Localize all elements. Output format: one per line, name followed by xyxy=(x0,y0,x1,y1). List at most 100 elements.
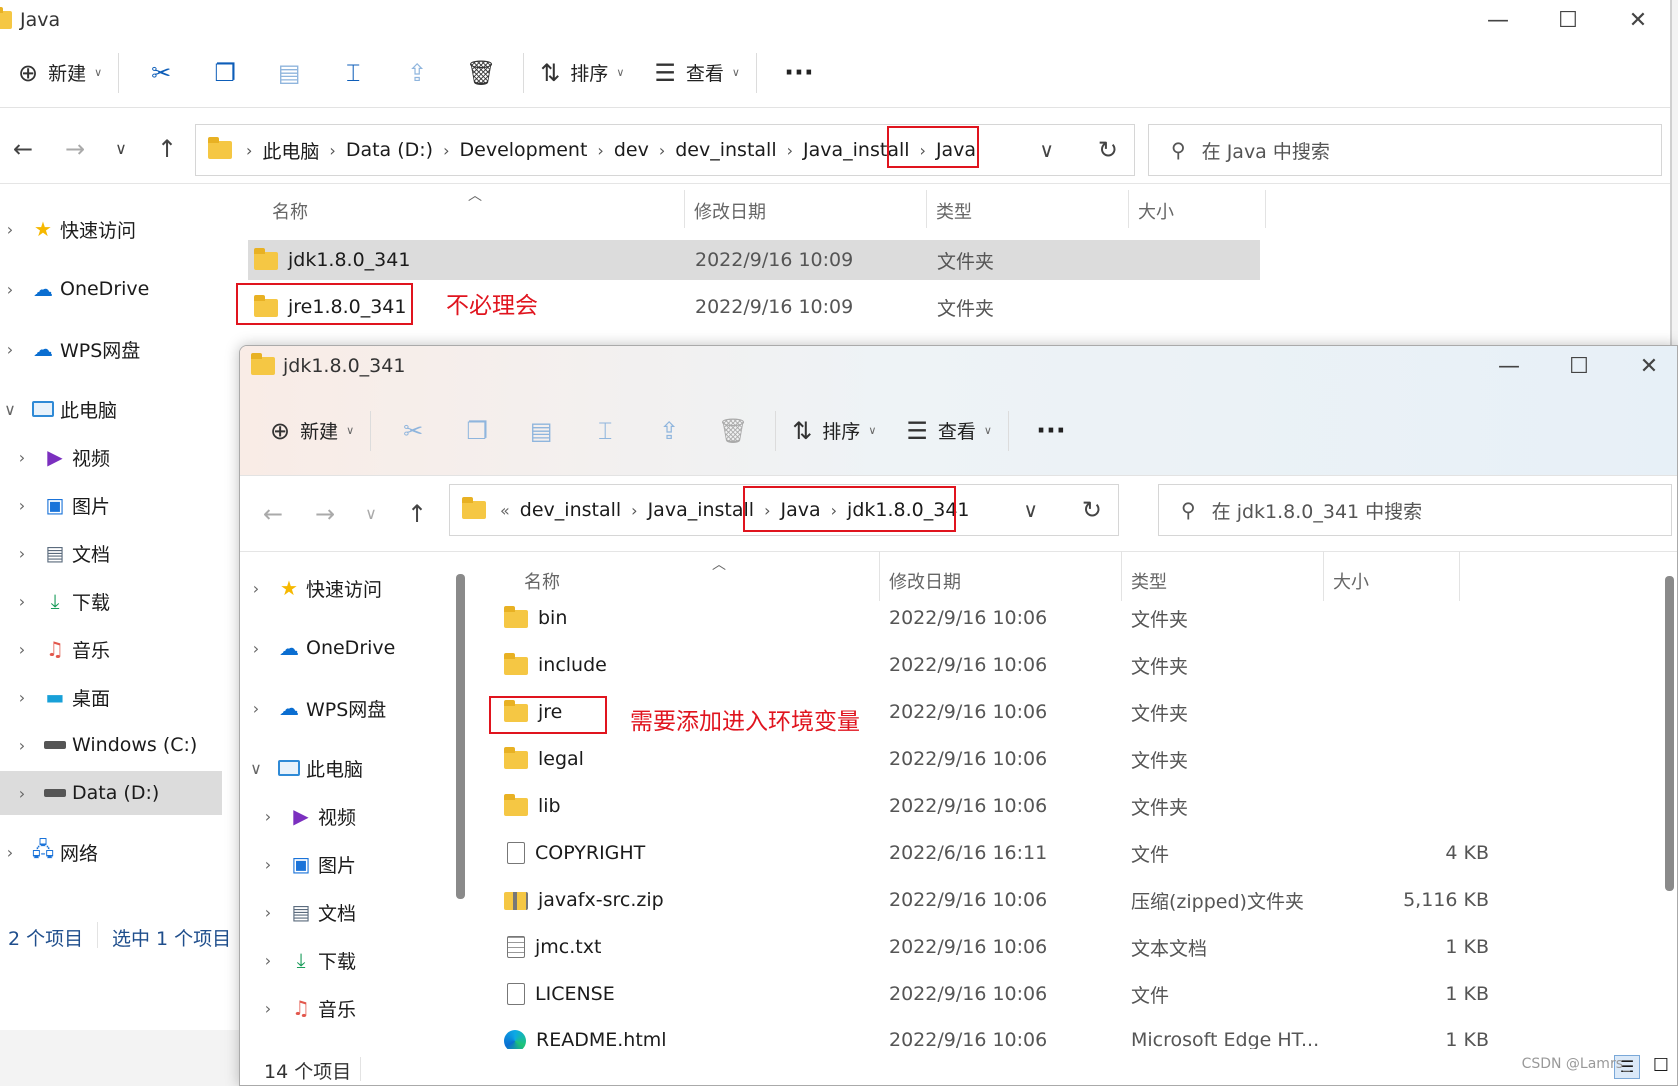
column-size[interactable]: 大小 xyxy=(1333,568,1369,594)
column-date[interactable]: 修改日期 xyxy=(889,568,961,594)
delete-button[interactable]: 🗑 xyxy=(701,407,765,455)
file-row[interactable]: bin 2022/9/16 10:06 文件夹 xyxy=(504,598,1504,638)
chevron-right-icon[interactable]: › xyxy=(0,280,20,299)
sidebar-item-wps[interactable]: › ☁ WPS网盘 xyxy=(246,686,387,730)
column-size[interactable]: 大小 xyxy=(1138,198,1174,224)
sidebar-item-quick-access[interactable]: › ★ 快速访问 xyxy=(246,566,382,610)
maximize-button[interactable]: ☐ xyxy=(1544,346,1614,386)
chevron-right-icon[interactable]: › xyxy=(12,496,32,515)
chevron-right-icon[interactable]: › xyxy=(12,640,32,659)
more-button[interactable]: ··· xyxy=(1019,407,1083,455)
file-row[interactable]: lib 2022/9/16 10:06 文件夹 xyxy=(504,786,1504,826)
chevron-right-icon[interactable]: › xyxy=(12,736,32,755)
column-type[interactable]: 类型 xyxy=(1131,568,1167,594)
share-button[interactable]: ⇪ xyxy=(637,407,701,455)
sidebar-item-this-pc[interactable]: ∨ 此电脑 xyxy=(0,387,117,431)
sidebar-item-onedrive[interactable]: › ☁ OneDrive xyxy=(246,626,396,670)
file-row[interactable]: jmc.txt 2022/9/16 10:06 文本文档 1 KB xyxy=(504,927,1504,967)
copy-button[interactable]: ❐ xyxy=(445,407,509,455)
breadcrumb-overflow[interactable]: « xyxy=(500,501,510,520)
maximize-button[interactable]: ☐ xyxy=(1533,0,1603,40)
sidebar-item-downloads[interactable]: › ⤓ 下载 xyxy=(12,579,110,623)
chevron-right-icon[interactable]: › xyxy=(258,903,278,922)
chevron-down-icon[interactable]: ∨ xyxy=(0,400,20,419)
sidebar-item-network[interactable]: › 🖧 网络 xyxy=(0,830,98,874)
column-divider[interactable] xyxy=(926,190,927,228)
breadcrumb-item[interactable]: 此电脑 xyxy=(262,137,319,164)
breadcrumb-item[interactable]: dev xyxy=(614,139,649,161)
file-row[interactable]: README.html 2022/9/16 10:06 Microsoft Edge… xyxy=(504,1021,1504,1049)
rename-button[interactable]: ⌶ xyxy=(321,49,385,97)
file-row[interactable]: LICENSE 2022/9/16 10:06 文件 1 KB xyxy=(504,974,1504,1014)
column-divider[interactable] xyxy=(1128,190,1129,228)
chevron-right-icon[interactable]: › xyxy=(12,688,32,707)
chevron-down-icon[interactable]: ∨ xyxy=(246,759,266,778)
sidebar-item-pictures[interactable]: › ▣ 图片 xyxy=(258,842,356,886)
column-name[interactable]: 名称 xyxy=(524,568,560,594)
chevron-right-icon[interactable]: › xyxy=(258,951,278,970)
close-button[interactable]: ✕ xyxy=(1603,0,1670,40)
chevron-right-icon[interactable]: › xyxy=(246,579,266,598)
chevron-right-icon[interactable]: › xyxy=(0,843,20,862)
chevron-right-icon[interactable]: › xyxy=(12,592,32,611)
breadcrumb-item[interactable]: Development xyxy=(460,139,588,161)
column-divider[interactable] xyxy=(1459,551,1460,601)
paste-button[interactable]: ▤ xyxy=(509,407,573,455)
chevron-down-icon[interactable]: ∨ xyxy=(1039,138,1054,162)
sidebar-item-documents[interactable]: › ▤ 文档 xyxy=(258,890,356,934)
search-input[interactable]: ⚲ 在 jdk1.8.0_341 中搜索 xyxy=(1158,484,1672,536)
minimize-button[interactable]: — xyxy=(1474,346,1544,386)
paste-button[interactable]: ▤ xyxy=(257,49,321,97)
view-button[interactable]: ☰ 查看 ∨ xyxy=(648,49,746,97)
column-divider[interactable] xyxy=(1323,551,1324,601)
sidebar-item-music[interactable]: › ♫ 音乐 xyxy=(12,627,110,671)
breadcrumb-item[interactable]: Data (D:) xyxy=(346,139,433,161)
file-row[interactable]: include 2022/9/16 10:06 文件夹 xyxy=(504,645,1504,685)
sidebar-item-videos[interactable]: › ▶ 视频 xyxy=(12,435,110,479)
view-button[interactable]: ☰ 查看 ∨ xyxy=(900,407,998,455)
file-list-scrollbar[interactable] xyxy=(1665,576,1674,891)
minimize-button[interactable]: — xyxy=(1463,0,1533,40)
more-button[interactable]: ··· xyxy=(767,49,831,97)
chevron-down-icon[interactable]: ∨ xyxy=(1023,498,1038,522)
rename-button[interactable]: ⌶ xyxy=(573,407,637,455)
sidebar-item-quick-access[interactable]: › ★ 快速访问 xyxy=(0,207,136,251)
chevron-right-icon[interactable]: › xyxy=(12,448,32,467)
sidebar-scrollbar[interactable] xyxy=(456,574,465,899)
sidebar-item-wps[interactable]: › ☁ WPS网盘 xyxy=(0,327,141,371)
column-divider[interactable] xyxy=(684,190,685,228)
breadcrumb-item[interactable]: Java_install xyxy=(648,499,755,521)
sidebar-item-desktop[interactable]: › ▬ 桌面 xyxy=(12,675,110,719)
file-row[interactable]: COPYRIGHT 2022/6/16 16:11 文件 4 KB xyxy=(504,833,1504,873)
chevron-right-icon[interactable]: › xyxy=(258,999,278,1018)
column-divider[interactable] xyxy=(1121,551,1122,601)
file-row[interactable]: jdk1.8.0_341 2022/9/16 10:09 文件夹 xyxy=(248,240,1260,280)
column-type[interactable]: 类型 xyxy=(936,198,972,224)
share-button[interactable]: ⇪ xyxy=(385,49,449,97)
sidebar-item-onedrive[interactable]: › ☁ OneDrive xyxy=(0,267,150,311)
chevron-right-icon[interactable]: › xyxy=(246,639,266,658)
sidebar-item-pictures[interactable]: › ▣ 图片 xyxy=(12,483,110,527)
file-row[interactable]: javafx-src.zip 2022/9/16 10:06 压缩(zipped)文… xyxy=(504,880,1504,920)
file-row[interactable]: legal 2022/9/16 10:06 文件夹 xyxy=(504,739,1504,779)
close-button[interactable]: ✕ xyxy=(1614,346,1677,386)
sidebar-item-downloads[interactable]: › ⤓ 下载 xyxy=(258,938,356,982)
chevron-right-icon[interactable]: › xyxy=(12,544,32,563)
sidebar-item-music[interactable]: › ♫ 音乐 xyxy=(258,986,356,1030)
sort-button[interactable]: ⇅ 排序 ∨ xyxy=(786,407,882,455)
chevron-right-icon[interactable]: › xyxy=(258,807,278,826)
sidebar-item-drive-c[interactable]: › Windows (C:) xyxy=(12,723,198,767)
delete-button[interactable]: 🗑 xyxy=(449,49,513,97)
sort-button[interactable]: ⇅ 排序 ∨ xyxy=(534,49,630,97)
chevron-right-icon[interactable]: › xyxy=(0,340,20,359)
sidebar-item-documents[interactable]: › ▤ 文档 xyxy=(12,531,110,575)
chevron-right-icon[interactable]: › xyxy=(246,699,266,718)
chevron-right-icon[interactable]: › xyxy=(0,220,20,239)
refresh-icon[interactable]: ↻ xyxy=(1098,136,1118,164)
sidebar-item-this-pc[interactable]: ∨ 此电脑 xyxy=(246,746,363,790)
chevron-right-icon[interactable]: › xyxy=(258,855,278,874)
chevron-right-icon[interactable]: › xyxy=(12,784,32,803)
search-input[interactable]: ⚲ 在 Java 中搜索 xyxy=(1148,124,1662,176)
column-divider[interactable] xyxy=(1265,190,1266,228)
breadcrumb-item[interactable]: dev_install xyxy=(520,499,621,521)
